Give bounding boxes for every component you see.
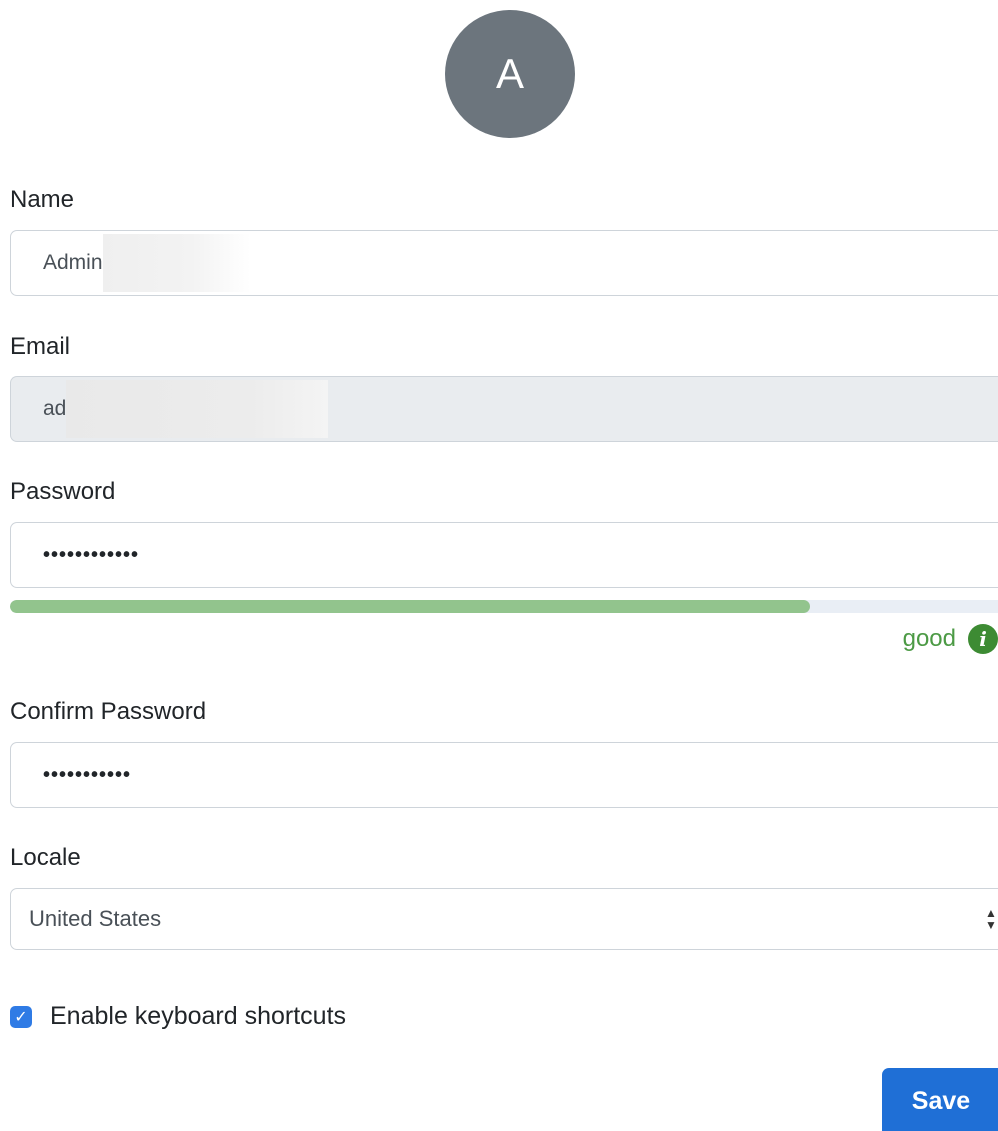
name-label: Name bbox=[10, 186, 75, 213]
keyboard-shortcuts-label: Enable keyboard shortcuts bbox=[50, 1002, 347, 1030]
select-arrows-icon: ▲ ▼ bbox=[985, 906, 997, 932]
locale-label: Locale bbox=[10, 844, 81, 871]
password-label: Password bbox=[10, 478, 116, 505]
avatar[interactable]: A bbox=[445, 10, 575, 138]
password-strength: good i bbox=[903, 624, 998, 654]
keyboard-shortcuts-option[interactable]: ✓ Enable keyboard shortcuts bbox=[10, 1002, 346, 1031]
email-value: ad bbox=[43, 397, 67, 420]
name-value: Admin bbox=[43, 251, 103, 274]
redacted-area bbox=[66, 380, 329, 438]
save-button[interactable]: Save bbox=[882, 1068, 998, 1131]
password-value: •••••••••••• bbox=[43, 543, 140, 566]
locale-value: United States bbox=[29, 906, 162, 931]
locale-select[interactable]: United States ▲ ▼ bbox=[10, 888, 998, 950]
redacted-area bbox=[102, 234, 251, 292]
info-icon[interactable]: i bbox=[968, 624, 998, 654]
user-profile-form: A Name Admin Email ad Password •••••••••… bbox=[0, 0, 998, 1131]
email-input[interactable]: ad bbox=[10, 376, 998, 442]
password-strength-label: good bbox=[902, 625, 956, 652]
check-icon[interactable]: ✓ bbox=[10, 1005, 32, 1028]
password-strength-meter bbox=[10, 600, 998, 613]
avatar-initial: A bbox=[495, 50, 524, 97]
confirm-password-value: ••••••••••• bbox=[43, 763, 132, 786]
name-input[interactable]: Admin bbox=[10, 230, 998, 296]
email-label: Email bbox=[10, 333, 71, 360]
confirm-password-label: Confirm Password bbox=[10, 698, 207, 725]
confirm-password-input[interactable]: ••••••••••• bbox=[10, 742, 998, 808]
password-strength-bar bbox=[10, 600, 811, 613]
password-input[interactable]: •••••••••••• bbox=[10, 522, 998, 588]
